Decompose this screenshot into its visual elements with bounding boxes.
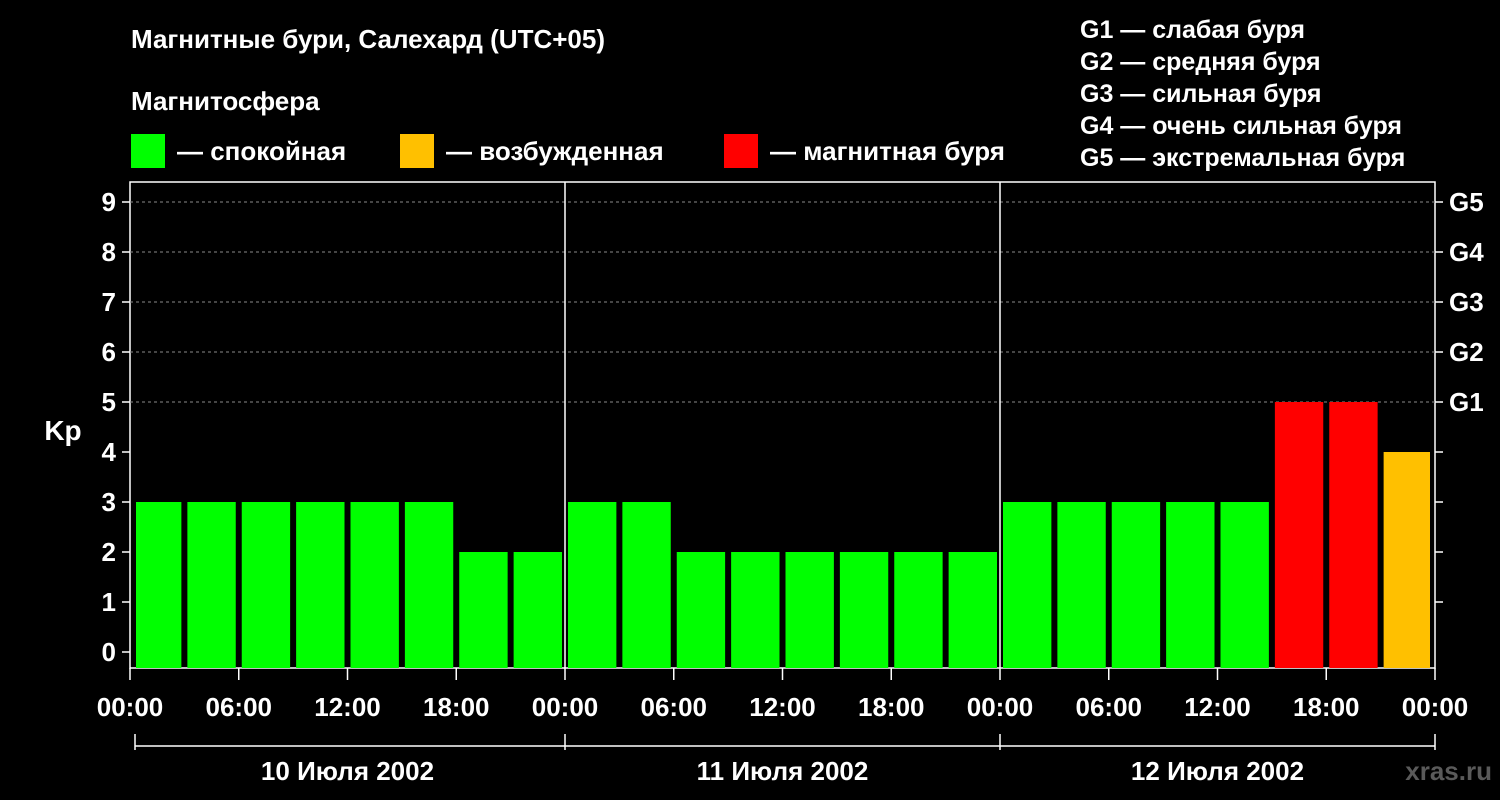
y-tick-label: 6 <box>102 337 116 367</box>
kp-bar <box>894 552 943 668</box>
g-level-label: G2 <box>1449 337 1484 367</box>
g-level-label: G3 <box>1449 287 1484 317</box>
x-tick-label: 18:00 <box>423 692 490 722</box>
day-label: 10 Июля 2002 <box>261 756 434 786</box>
kp-bar <box>459 552 508 668</box>
kp-bar <box>241 502 291 668</box>
kp-bar <box>1111 502 1161 668</box>
g-level-label: G4 <box>1449 237 1484 267</box>
kp-bar <box>1274 402 1324 668</box>
kp-bar <box>731 552 780 668</box>
x-tick-label: 00:00 <box>532 692 599 722</box>
kp-bar <box>622 502 671 668</box>
y-tick-label: 3 <box>102 487 116 517</box>
y-tick-label: 8 <box>102 237 116 267</box>
kp-bar <box>948 552 997 668</box>
g-level-label: G1 <box>1449 387 1484 417</box>
y-axis-label: Kp <box>44 415 81 446</box>
kp-bar <box>785 552 834 668</box>
kp-bar <box>1329 402 1378 668</box>
kp-bar <box>1220 502 1269 668</box>
x-tick-label: 06:00 <box>1076 692 1143 722</box>
kp-bar <box>404 502 454 668</box>
kp-bar <box>1057 502 1106 668</box>
kp-bar <box>676 552 726 668</box>
kp-bar <box>296 502 345 668</box>
x-tick-label: 06:00 <box>206 692 273 722</box>
day-label: 12 Июля 2002 <box>1131 756 1304 786</box>
kp-bar <box>350 502 399 668</box>
y-tick-label: 9 <box>102 187 116 217</box>
x-tick-label: 12:00 <box>314 692 381 722</box>
kp-bar <box>513 552 562 668</box>
y-tick-label: 2 <box>102 537 116 567</box>
y-tick-label: 7 <box>102 287 116 317</box>
y-tick-label: 5 <box>102 387 116 417</box>
x-tick-label: 00:00 <box>97 692 164 722</box>
x-tick-label: 18:00 <box>858 692 925 722</box>
kp-bar <box>568 502 617 668</box>
kp-bar <box>839 552 889 668</box>
x-tick-label: 06:00 <box>641 692 708 722</box>
day-label: 11 Июля 2002 <box>697 756 869 786</box>
kp-bar <box>187 502 236 668</box>
kp-bar <box>1003 502 1052 668</box>
kp-bar <box>136 502 182 668</box>
g-level-label: G5 <box>1449 187 1484 217</box>
y-tick-label: 4 <box>102 437 117 467</box>
x-tick-label: 00:00 <box>967 692 1034 722</box>
watermark: xras.ru <box>1405 756 1492 786</box>
y-tick-label: 1 <box>102 587 116 617</box>
x-tick-label: 12:00 <box>1184 692 1251 722</box>
y-tick-label: 0 <box>102 637 116 667</box>
kp-bar <box>1383 452 1430 668</box>
x-tick-label: 00:00 <box>1402 692 1469 722</box>
x-tick-label: 18:00 <box>1293 692 1360 722</box>
x-tick-label: 12:00 <box>749 692 816 722</box>
kp-chart: 0 1 2 3 4 5 6 7 8 9 G1 G2 G3 G4 G5 Kp 00:00 06:00 12:00 18:… <box>44 181 1484 786</box>
kp-bar <box>1166 502 1215 668</box>
